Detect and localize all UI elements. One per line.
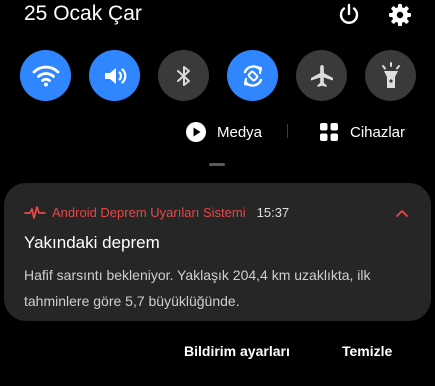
notification-settings-button[interactable]: Bildirim ayarları bbox=[184, 343, 290, 359]
wifi-toggle[interactable] bbox=[20, 50, 71, 101]
clear-button[interactable]: Temizle bbox=[342, 343, 392, 359]
media-button[interactable]: Medya bbox=[185, 118, 262, 146]
chevron-up-icon[interactable] bbox=[395, 207, 409, 219]
volume-icon bbox=[104, 67, 126, 84]
airplane-icon bbox=[310, 64, 333, 87]
notification-body: Hafif sarsıntı bekleniyor. Yaklaşık 204,… bbox=[24, 267, 371, 309]
quick-settings-tiles bbox=[20, 50, 420, 102]
flashlight-toggle[interactable] bbox=[365, 50, 416, 101]
bluetooth-toggle[interactable] bbox=[158, 50, 209, 101]
media-label: Medya bbox=[217, 123, 263, 141]
rotate-icon bbox=[243, 64, 262, 87]
bluetooth-icon bbox=[176, 65, 190, 86]
panel-drag-handle[interactable] bbox=[209, 163, 225, 166]
notification-time: 15:37 bbox=[256, 205, 290, 220]
play-icon bbox=[185, 121, 207, 143]
devices-label: Cihazlar bbox=[350, 123, 406, 141]
notification-app-name: Android Deprem Uyarıları Sistemi bbox=[52, 205, 246, 220]
devices-grid-icon bbox=[318, 121, 340, 143]
notification-title: Yakındaki deprem bbox=[24, 233, 160, 252]
sound-toggle[interactable] bbox=[89, 50, 140, 101]
power-icon[interactable] bbox=[336, 2, 362, 28]
settings-icon[interactable] bbox=[387, 2, 413, 28]
devices-button[interactable]: Cihazlar bbox=[318, 118, 405, 146]
media-devices-divider bbox=[287, 124, 288, 138]
airplane-mode-toggle[interactable] bbox=[296, 50, 347, 101]
wifi-icon bbox=[32, 65, 59, 86]
earthquake-pulse-icon bbox=[24, 205, 46, 220]
flashlight-icon bbox=[381, 61, 400, 88]
earthquake-notification-card[interactable]: Android Deprem Uyarıları Sistemi 15:37 Y… bbox=[4, 183, 431, 321]
auto-rotate-toggle[interactable] bbox=[227, 50, 278, 101]
date-label: 25 Ocak Çar bbox=[24, 2, 142, 25]
notification-header: Android Deprem Uyarıları Sistemi 15:37 bbox=[24, 205, 289, 220]
